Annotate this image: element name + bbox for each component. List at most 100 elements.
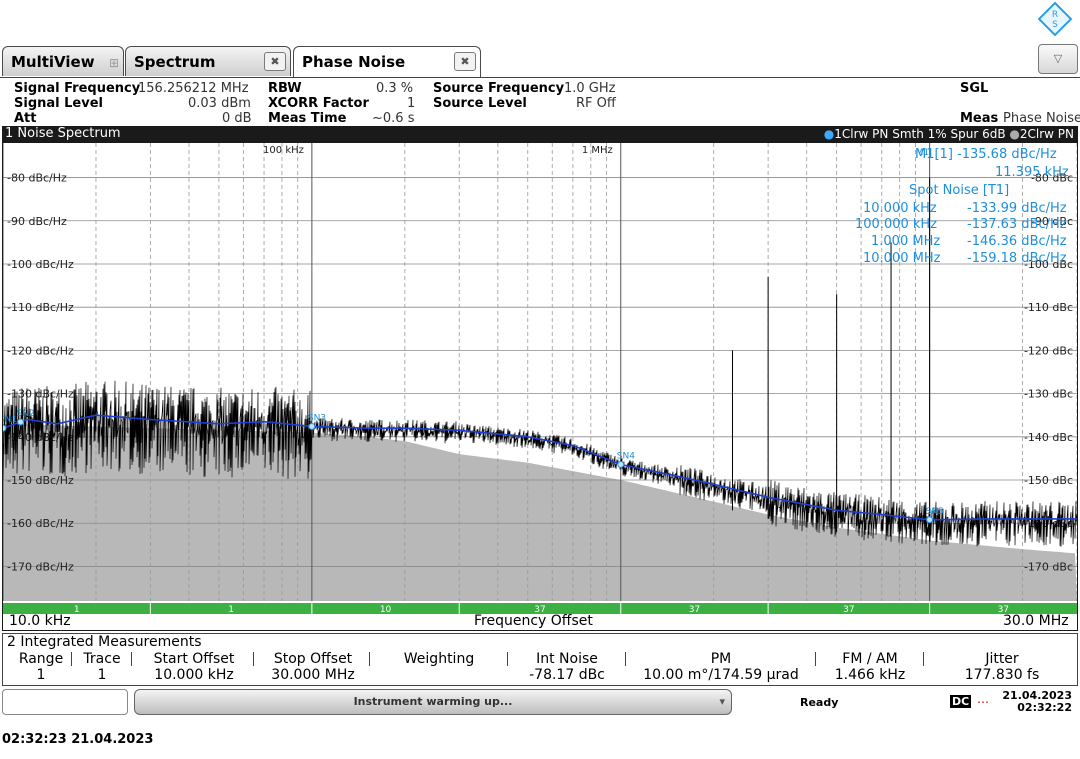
spot-noise-marker-label: SN5 bbox=[926, 507, 944, 517]
close-icon[interactable]: ✖ bbox=[454, 52, 476, 71]
spot-noise-marker bbox=[926, 516, 934, 524]
noise-spectrum-title: 1 Noise Spectrum bbox=[5, 126, 121, 141]
y-axis-label: -150 dBc/Hz bbox=[7, 474, 74, 487]
table-header: Jitter bbox=[985, 651, 1019, 667]
trace1-legend: 1Clrw PN Smth 1% Spur 6dB bbox=[834, 127, 1006, 141]
column-divider bbox=[131, 652, 132, 666]
status-message: Instrument warming up... bbox=[353, 695, 513, 708]
meas-time-value: ~0.6 s bbox=[372, 111, 415, 126]
spot-noise-marker bbox=[617, 460, 625, 468]
tab-spectrum[interactable]: Spectrum ✖ bbox=[125, 46, 291, 76]
x-decade-label: 1 MHz bbox=[582, 145, 613, 156]
rbw-value: 0.3 % bbox=[376, 81, 414, 96]
tab-bar: MultiView ⊞ Spectrum ✖ Phase Noise ✖ bbox=[0, 46, 1080, 78]
table-cell: -78.17 dBc bbox=[529, 667, 605, 683]
reference-trace-area bbox=[3, 423, 1077, 601]
table-cell: 1.466 kHz bbox=[834, 667, 906, 683]
spot-noise-marker bbox=[17, 418, 25, 426]
tab-label: Phase Noise bbox=[302, 53, 406, 71]
chevron-down-icon[interactable]: ▽ bbox=[1038, 44, 1078, 74]
integrated-measurements-title[interactable]: 2 Integrated Measurements bbox=[2, 633, 1078, 650]
y-axis-label: -110 dBc/Hz bbox=[7, 301, 74, 314]
spot-noise-marker-label: SN3 bbox=[308, 413, 326, 423]
spot-noise-value: -133.99 dBc/Hz bbox=[967, 201, 1067, 216]
noise-spectrum-title-bar[interactable]: 1 Noise Spectrum ●1Clrw PN Smth 1% Spur … bbox=[2, 126, 1078, 142]
spot-noise-value: -146.36 dBc/Hz bbox=[967, 234, 1067, 249]
xcorr-value: 1 bbox=[407, 96, 416, 111]
att-label: Att bbox=[14, 111, 37, 126]
meas-value: Phase Noise bbox=[1003, 111, 1080, 126]
table-cell: 10.00 m°/174.59 µrad bbox=[643, 667, 799, 683]
screenshot-timestamp: 02:32:23 21.04.2023 bbox=[2, 732, 154, 747]
trace-legend: ●1Clrw PN Smth 1% Spur 6dB ●2Clrw PN bbox=[824, 126, 1074, 142]
xcorr-label: XCORR Factor bbox=[268, 96, 369, 111]
meas-label: Meas bbox=[960, 111, 999, 126]
column-divider bbox=[625, 652, 626, 666]
network-icon: ⋯ bbox=[977, 695, 989, 709]
close-icon[interactable]: ✖ bbox=[264, 52, 286, 71]
spot-noise-marker-label: SN2 bbox=[17, 409, 35, 419]
source-level-label: Source Level bbox=[433, 96, 527, 111]
table-header: Range bbox=[18, 651, 64, 667]
grid-icon: ⊞ bbox=[109, 56, 120, 70]
y-axis-label: -90 dBc/Hz bbox=[7, 215, 67, 228]
spot-noise-offset: 1.000 MHz bbox=[871, 234, 941, 249]
marker-m1-frequency: 11.395 kHz bbox=[995, 165, 1069, 180]
meas-time-label: Meas Time bbox=[268, 111, 347, 126]
x-axis-labels: 10.0 kHz Frequency Offset 30.0 MHz bbox=[3, 613, 1077, 631]
table-header: Int Noise bbox=[536, 651, 598, 667]
spot-noise-marker bbox=[308, 422, 316, 430]
x-axis-title: Frequency Offset bbox=[474, 613, 593, 629]
spot-noise-title: Spot Noise [T1] bbox=[909, 183, 1010, 198]
integrated-measurements-table: Range Trace Start Offset Stop Offset Wei… bbox=[2, 650, 1078, 686]
y-axis-label-right: -120 dBc bbox=[1024, 344, 1073, 357]
top-bar: R S bbox=[0, 0, 1080, 46]
att-value: 0 dB bbox=[222, 111, 252, 126]
table-cell: 10.000 kHz bbox=[154, 667, 234, 683]
table-header: Start Offset bbox=[153, 651, 235, 667]
table-header: Trace bbox=[83, 651, 121, 667]
tab-label: MultiView bbox=[11, 53, 95, 71]
spot-noise-marker-label: SN1 bbox=[3, 415, 17, 425]
y-axis-label: -160 dBc/Hz bbox=[7, 517, 74, 530]
marker-m1-readout: M1[1] -135.68 dBc/Hz bbox=[915, 147, 1057, 162]
trace2-dot-icon: ● bbox=[1009, 127, 1020, 141]
spot-noise-offset: 10.000 MHz bbox=[863, 251, 941, 266]
signal-level-label: Signal Level bbox=[14, 96, 103, 111]
rohde-schwarz-logo-icon: R S bbox=[1038, 2, 1072, 36]
column-divider bbox=[253, 652, 254, 666]
signal-frequency-value: 156.256212 MHz bbox=[138, 81, 249, 96]
spot-noise-value: -137.63 dBc/Hz bbox=[967, 217, 1067, 232]
status-message-dropdown[interactable]: Instrument warming up... ▾ bbox=[134, 689, 732, 715]
status-time: 02:32:22 bbox=[1017, 701, 1072, 714]
spot-noise-value: -159.18 dBc/Hz bbox=[967, 251, 1067, 266]
source-frequency-value: 1.0 GHz bbox=[564, 81, 616, 96]
table-cell: 177.830 fs bbox=[964, 667, 1040, 683]
table-cell: 30.000 MHz bbox=[271, 667, 355, 683]
noise-spectrum-plot[interactable]: -80 dBc/Hz -80 dBc -90 dBc/Hz -90 dBc -100 d… bbox=[2, 142, 1078, 631]
sgl-indicator: SGL bbox=[960, 81, 989, 96]
trace1-dot-icon: ● bbox=[823, 127, 835, 141]
signal-frequency-label: Signal Frequency bbox=[14, 81, 141, 96]
tab-label: Spectrum bbox=[134, 53, 216, 71]
tab-phase-noise[interactable]: Phase Noise ✖ bbox=[293, 46, 481, 78]
svg-text:S: S bbox=[1052, 20, 1058, 30]
y-axis-label-right: -110 dBc bbox=[1024, 301, 1073, 314]
tab-multiview[interactable]: MultiView ⊞ bbox=[2, 46, 124, 76]
table-header: Stop Offset bbox=[273, 651, 353, 667]
y-axis-label: -170 dBc/Hz bbox=[7, 560, 74, 573]
column-divider bbox=[71, 652, 72, 666]
y-axis-label-right: -170 dBc bbox=[1024, 560, 1073, 573]
column-divider bbox=[507, 652, 508, 666]
y-axis-label-right: -130 dBc bbox=[1024, 388, 1073, 401]
table-header: Weighting bbox=[403, 651, 475, 667]
column-divider bbox=[923, 652, 924, 666]
y-axis-label-right: -150 dBc bbox=[1024, 474, 1073, 487]
input-field[interactable] bbox=[2, 689, 128, 715]
integrated-title-text: 2 Integrated Measurements bbox=[7, 634, 202, 650]
source-level-value: RF Off bbox=[576, 96, 616, 111]
chevron-down-icon: ▾ bbox=[719, 695, 725, 708]
spot-noise-offset: 100.000 kHz bbox=[855, 217, 938, 232]
table-cell: 1 bbox=[36, 667, 46, 683]
y-axis-label: -80 dBc/Hz bbox=[7, 172, 67, 185]
